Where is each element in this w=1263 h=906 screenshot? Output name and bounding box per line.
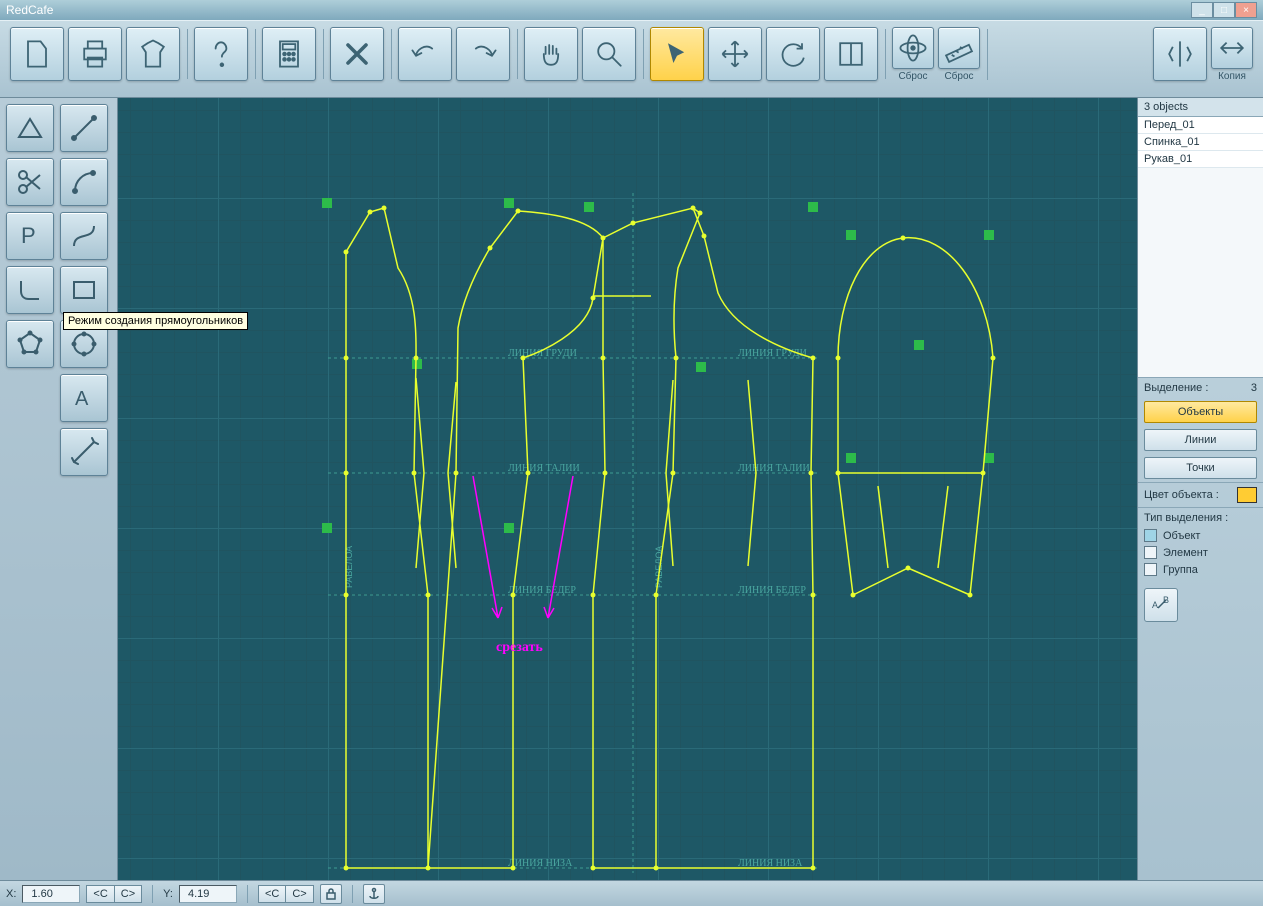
copy-button[interactable] [1211,27,1253,69]
status-c-right-button[interactable]: C> [286,885,313,903]
pan-button[interactable] [524,27,578,81]
pattern-drawing: ЛИНИЯ ГРУДИ ЛИНИЯ ГРУДИ ЛИНИЯ ТАЛИИ ЛИНИ… [118,98,1137,880]
reset-label-2: Сброс [944,71,973,82]
status-y-label: Y: [163,888,173,900]
list-item[interactable]: Перед_01 [1138,117,1263,134]
main-toolbar: Сброс Сброс Копия [0,20,1263,98]
svg-text:ЛИНИЯ ТАЛИИ: ЛИНИЯ ТАЛИИ [508,463,580,474]
tab-points[interactable]: Точки [1144,457,1257,479]
rotate-button[interactable] [766,27,820,81]
list-item[interactable]: Спинка_01 [1138,134,1263,151]
list-item[interactable]: Рукав_01 [1138,151,1263,168]
statusbar: X: 1.60 <C C> Y: 4.19 <C C> [0,880,1263,906]
tab-lines[interactable]: Линии [1144,429,1257,451]
selection-label: Выделение : [1144,382,1208,394]
lock-button[interactable] [320,884,342,904]
scissors-tool[interactable] [6,158,54,206]
mirror-v-button[interactable] [1153,27,1207,81]
right-panel: 3 objects Перед_01 Спинка_01 Рукав_01 Вы… [1137,98,1263,880]
app-title: RedCafe [6,3,53,17]
objects-list[interactable]: Перед_01 Спинка_01 Рукав_01 [1138,117,1263,377]
check-group[interactable]: Группа [1144,561,1257,578]
redo-button[interactable] [456,27,510,81]
check-element[interactable]: Элемент [1144,544,1257,561]
triangle-tool[interactable] [6,104,54,152]
point-tool[interactable]: P [6,212,54,260]
text-tool[interactable]: A [60,374,108,422]
color-swatch[interactable] [1237,487,1257,503]
svg-text:ЛИНИЯ БЕДЕР: ЛИНИЯ БЕДЕР [508,585,576,596]
zoom-button[interactable] [582,27,636,81]
status-y-value: 4.19 [179,885,237,903]
svg-text:P: P [21,223,36,248]
reset-axes-button[interactable] [892,27,934,69]
anchor-button[interactable] [363,884,385,904]
mirror-button[interactable] [824,27,878,81]
objects-panel-header: 3 objects [1138,98,1263,117]
svg-text:ЛИНИЯ БЕДЕР: ЛИНИЯ БЕДЕР [738,585,806,596]
help-button[interactable] [194,27,248,81]
status-x-left-button[interactable]: <C [86,885,114,903]
window-close-button[interactable]: × [1235,2,1257,18]
status-x-label: X: [6,888,16,900]
rename-button[interactable]: A B [1144,588,1178,622]
corner-tool[interactable] [6,266,54,314]
status-x-right-button[interactable]: C> [115,885,142,903]
svg-text:срезать: срезать [496,640,543,655]
line-tool[interactable] [60,104,108,152]
status-c-left-button[interactable]: <C [258,885,286,903]
titlebar: RedCafe _ □ × [0,0,1263,20]
reset-label-1: Сброс [898,71,927,82]
rectangle-tool[interactable] [60,266,108,314]
check-object[interactable]: Объект [1144,527,1257,544]
select-button[interactable] [650,27,704,81]
svg-text:ЛИНИЯ ТАЛИИ: ЛИНИЯ ТАЛИИ [738,463,810,474]
print-button[interactable] [68,27,122,81]
garment-button[interactable] [126,27,180,81]
object-color-label: Цвет объекта : [1144,489,1219,501]
svg-text:B: B [1163,595,1169,605]
curve-tool[interactable] [60,212,108,260]
window-minimize-button[interactable]: _ [1191,2,1213,18]
status-x-value: 1.60 [22,885,80,903]
selection-type-label: Тип выделения : [1144,512,1257,524]
svg-text:A: A [75,388,89,410]
measure-tool[interactable] [60,428,108,476]
delete-button[interactable] [330,27,384,81]
reset-ruler-button[interactable] [938,27,980,69]
copy-label: Копия [1218,71,1246,82]
selection-count: 3 [1251,382,1257,394]
new-file-button[interactable] [10,27,64,81]
tab-objects[interactable]: Объекты [1144,401,1257,423]
undo-button[interactable] [398,27,452,81]
move-button[interactable] [708,27,762,81]
calculator-button[interactable] [262,27,316,81]
svg-text:ЛИНИЯ НИЗА: ЛИНИЯ НИЗА [508,858,573,869]
tooltip: Режим создания прямоугольников [63,312,248,330]
polygon-tool[interactable] [6,320,54,368]
left-tool-palette: P A [0,98,118,880]
svg-text:A: A [1152,600,1158,610]
window-maximize-button[interactable]: □ [1213,2,1235,18]
arc-tool[interactable] [60,158,108,206]
canvas-area[interactable]: Режим создания прямоугольников ЛИНИЯ ГРУ… [118,98,1137,880]
